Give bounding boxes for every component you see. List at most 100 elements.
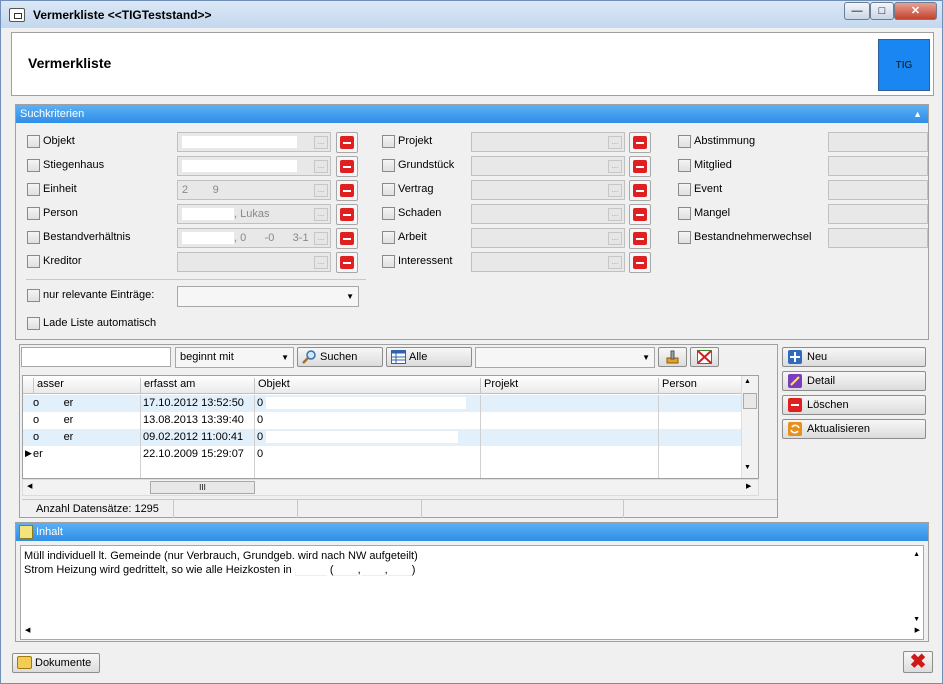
bestandverhaeltnis-field[interactable]: , 0 -0 3-1... [177,228,331,248]
mitglied-field[interactable] [828,156,928,176]
checkbox-stiegenhaus[interactable] [27,159,40,172]
scroll-left-icon[interactable]: ◀ [27,482,32,490]
all-button[interactable]: Alle [386,347,472,367]
maximize-button[interactable]: □ [870,2,894,20]
checkbox-arbeit[interactable] [382,231,395,244]
column-header[interactable]: Objekt [254,378,480,394]
checkbox-grundstueck[interactable] [382,159,395,172]
checkbox-bestandnehmerwechsel[interactable] [678,231,691,244]
close-window-button[interactable]: ✕ [894,2,937,20]
delete-button[interactable]: Löschen [782,395,926,415]
clear-projekt-button[interactable] [629,132,651,153]
table-row[interactable]: o er 17.10.2012 13:52:50 0 [23,395,758,412]
clear-schaden-button[interactable] [629,204,651,225]
vertical-scrollbar[interactable]: ▲ ▼ [741,376,758,478]
collapse-up-icon[interactable]: ▲ [913,105,922,123]
browse-icon[interactable]: ... [314,184,328,197]
clear-filter-button[interactable] [690,347,719,367]
result-table[interactable]: asser erfasst am Objekt Projekt Person o… [22,375,759,479]
interessent-field[interactable]: ... [471,252,625,272]
column-header[interactable]: erfasst am [140,378,255,394]
column-header[interactable]: asser [33,378,141,394]
vertrag-field[interactable]: ... [471,180,625,200]
scroll-down-icon[interactable]: ▼ [744,464,751,471]
checkbox-relevant[interactable] [27,289,40,302]
checkbox-abstimmung[interactable] [678,135,691,148]
scroll-thumb[interactable]: III [150,481,255,494]
browse-icon[interactable]: ... [608,184,622,197]
clear-person-button[interactable] [336,204,358,225]
search-criteria-header[interactable]: Suchkriterien ▲ [16,105,928,123]
scroll-up-icon[interactable]: ▲ [744,378,751,385]
checkbox-bestandverhaeltnis[interactable] [27,231,40,244]
clear-objekt-button[interactable] [336,132,358,153]
clear-einheit-button[interactable] [336,180,358,201]
clear-vertrag-button[interactable] [629,180,651,201]
filter-select[interactable]: ▼ [475,347,655,368]
event-field[interactable] [828,180,928,200]
scroll-up-icon[interactable]: ▲ [913,548,920,562]
table-row[interactable]: ▶ er 22.10.2009 15:29:07 0 [23,446,758,463]
clear-kreditor-button[interactable] [336,252,358,273]
schaden-field[interactable]: ... [471,204,625,224]
einheit-field[interactable]: 2 9... [177,180,331,200]
browse-icon[interactable]: ... [608,208,622,221]
browse-icon[interactable]: ... [314,160,328,173]
checkbox-mitglied[interactable] [678,159,691,172]
clear-bestandverhaeltnis-button[interactable] [336,228,358,249]
refresh-button[interactable]: Aktualisieren [782,419,926,439]
checkbox-mangel[interactable] [678,207,691,220]
new-button[interactable]: Neu [782,347,926,367]
match-mode-select[interactable]: beginnt mit ▼ [175,347,294,368]
content-textbox[interactable]: Müll individuell lt. Gemeinde (nur Verbr… [20,545,924,640]
checkbox-objekt[interactable] [27,135,40,148]
table-row[interactable]: o er 09.02.2012 11:00:41 0 [23,429,758,446]
scroll-down-icon[interactable]: ▼ [913,613,920,627]
browse-icon[interactable]: ... [314,232,328,245]
search-input[interactable] [21,347,171,367]
search-button[interactable]: Suchen [297,347,383,367]
checkbox-autoload[interactable] [27,317,40,330]
close-button[interactable]: ✖ [903,651,933,673]
relevant-entries-select[interactable]: ▼ [177,286,359,307]
checkbox-vertrag[interactable] [382,183,395,196]
kreditor-field[interactable]: ... [177,252,331,272]
window-icon[interactable] [9,8,25,22]
scroll-left-icon[interactable]: ◀ [25,624,30,638]
mangel-field[interactable] [828,204,928,224]
column-header[interactable]: Person [658,378,742,394]
checkbox-projekt[interactable] [382,135,395,148]
browse-icon[interactable]: ... [608,232,622,245]
browse-icon[interactable]: ... [608,256,622,269]
grundstueck-field[interactable]: ... [471,156,625,176]
scroll-right-icon[interactable]: ▶ [746,482,751,490]
person-field[interactable]: , Lukas... [177,204,331,224]
bestandnehmerwechsel-field[interactable] [828,228,928,248]
browse-icon[interactable]: ... [314,208,328,221]
stiegenhaus-field[interactable]: ... [177,156,331,176]
documents-button[interactable]: Dokumente [12,653,101,673]
clear-stiegenhaus-button[interactable] [336,156,358,177]
projekt-field[interactable]: ... [471,132,625,152]
arbeit-field[interactable]: ... [471,228,625,248]
detail-button[interactable]: Detail [782,371,926,391]
objekt-field[interactable]: ... [177,132,331,152]
checkbox-person[interactable] [27,207,40,220]
column-header[interactable]: Projekt [480,378,658,394]
browse-icon[interactable]: ... [608,136,622,149]
table-row[interactable]: o er 13.08.2013 13:39:40 0 [23,412,758,429]
clear-grundstueck-button[interactable] [629,156,651,177]
checkbox-einheit[interactable] [27,183,40,196]
filter-button[interactable] [658,347,687,367]
horizontal-scrollbar[interactable]: ◀ III ▶ [22,479,759,496]
checkbox-interessent[interactable] [382,255,395,268]
checkbox-event[interactable] [678,183,691,196]
minimize-button[interactable]: — [844,2,870,20]
browse-icon[interactable]: ... [314,256,328,269]
scroll-thumb[interactable] [743,393,757,409]
clear-interessent-button[interactable] [629,252,651,273]
clear-arbeit-button[interactable] [629,228,651,249]
checkbox-schaden[interactable] [382,207,395,220]
browse-icon[interactable]: ... [314,136,328,149]
checkbox-kreditor[interactable] [27,255,40,268]
